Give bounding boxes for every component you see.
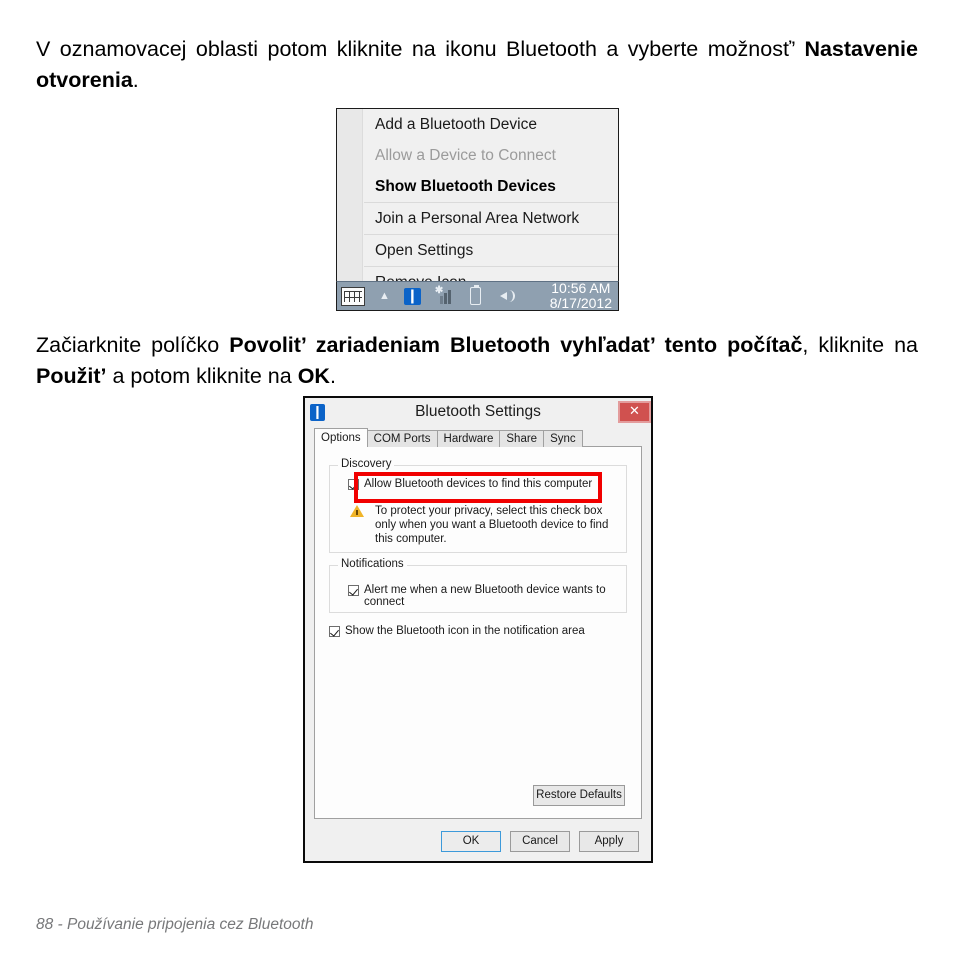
page-footer: 88 - Používanie pripojenia cez Bluetooth [36, 916, 314, 933]
menu-item-open-settings[interactable]: Open Settings [337, 235, 618, 266]
apply-button[interactable]: Apply [579, 830, 639, 852]
tab-options[interactable]: Options [314, 428, 368, 447]
allow-bluetooth-devices-to-find-label: Allow Bluetooth devices to find this com… [364, 478, 593, 490]
notifications-group-label: Notifications [338, 558, 407, 570]
menu-group-primary: Add a Bluetooth Device Allow a Device to… [337, 109, 618, 202]
keyboard-icon[interactable] [341, 286, 365, 306]
tab-hardware[interactable]: Hardware [436, 430, 501, 447]
menu-item-add-a-bluetooth-device[interactable]: Add a Bluetooth Device [337, 109, 618, 140]
privacy-warning-note: To protect your privacy, select this che… [350, 504, 612, 546]
tab-share[interactable]: Share [499, 430, 545, 447]
taskbar-clock[interactable]: 10:56 AM 8/17/2012 [549, 281, 612, 311]
restore-defaults-button[interactable]: Restore Defaults [533, 785, 625, 806]
battery-icon[interactable] [469, 284, 481, 305]
dialog-title-bar[interactable]: ❙ Bluetooth Settings ✕ [305, 398, 651, 426]
tab-com-ports[interactable]: COM Ports [366, 430, 438, 447]
menu-item-allow-a-device-to-connect: Allow a Device to Connect [375, 147, 556, 164]
instruction-paragraph-2: Začiarknite políčko Povolit’ zariadeniam… [36, 330, 918, 392]
network-signal-icon[interactable]: ✱ [434, 285, 452, 304]
dialog-tab-strip[interactable]: Options COM Ports Hardware Share Sync [314, 428, 651, 447]
clock-time: 10:56 AM [551, 281, 611, 296]
paragraph-1-text-tail: . [132, 68, 139, 92]
show-bluetooth-icon-checkbox[interactable]: Show the Bluetooth icon in the notificat… [329, 625, 585, 637]
discovery-group-label: Discovery [338, 458, 395, 470]
checkbox-box-icon[interactable] [329, 626, 340, 637]
checkbox-box-icon[interactable] [348, 585, 359, 596]
show-bluetooth-icon-label: Show the Bluetooth icon in the notificat… [345, 625, 585, 637]
menu-item-show-bluetooth-devices[interactable]: Show Bluetooth Devices [337, 171, 618, 202]
dialog-title: Bluetooth Settings [415, 403, 541, 420]
bluetooth-icon[interactable]: ❙ [403, 287, 421, 305]
paragraph-2-text-mid-2: a potom kliknite na [106, 364, 298, 388]
tab-sync[interactable]: Sync [543, 430, 583, 447]
instruction-paragraph-1: V oznamovacej oblasti potom kliknite na … [36, 34, 918, 96]
clock-date: 8/17/2012 [549, 295, 612, 311]
paragraph-2-bold-term-3: OK [297, 364, 330, 388]
discovery-group-box: Discovery Allow Bluetooth devices to fin… [329, 458, 627, 553]
windows-taskbar-notification-area[interactable]: ▲ ❙ ✱ 10:56 AM 8/17/2012 [336, 281, 619, 311]
paragraph-2-bold-term-2: Použit’ [36, 364, 107, 388]
menu-item-join-a-personal-area-network[interactable]: Join a Personal Area Network [337, 203, 618, 234]
bluetooth-settings-dialog: ❙ Bluetooth Settings ✕ Options COM Ports… [303, 396, 653, 863]
notifications-group-box: Notifications Alert me when a new Blueto… [329, 558, 627, 613]
alert-me-new-device-label: Alert me when a new Bluetooth device wan… [364, 584, 606, 608]
paragraph-1-text-lead: V oznamovacej oblasti potom kliknite na … [36, 37, 805, 61]
paragraph-2-text-mid-1: , kliknite na [802, 333, 918, 357]
cancel-button[interactable]: Cancel [510, 830, 570, 852]
paragraph-2-text-tail: . [329, 364, 336, 388]
dialog-footer-buttons: OK Cancel Apply [305, 821, 651, 861]
checkbox-box-icon[interactable] [348, 479, 359, 490]
options-tab-page: Discovery Allow Bluetooth devices to fin… [314, 446, 642, 819]
bluetooth-tray-context-menu[interactable]: Add a Bluetooth Device Allow a Device to… [336, 108, 619, 299]
warning-triangle-icon [350, 505, 364, 518]
chevron-up-icon[interactable]: ▲ [379, 290, 390, 302]
ok-button[interactable]: OK [441, 830, 501, 852]
privacy-warning-text: To protect your privacy, select this che… [375, 505, 609, 545]
speaker-icon[interactable] [499, 288, 515, 304]
paragraph-2-text-lead: Začiarknite políčko [36, 333, 230, 357]
allow-bluetooth-devices-to-find-checkbox[interactable]: Allow Bluetooth devices to find this com… [348, 478, 592, 490]
network-alert-asterisk-icon: ✱ [434, 285, 444, 296]
paragraph-2-bold-term-1: Povolit’ zariadeniam Bluetooth vyhľadat’… [229, 333, 803, 357]
alert-me-new-device-checkbox[interactable]: Alert me when a new Bluetooth device wan… [348, 584, 626, 608]
